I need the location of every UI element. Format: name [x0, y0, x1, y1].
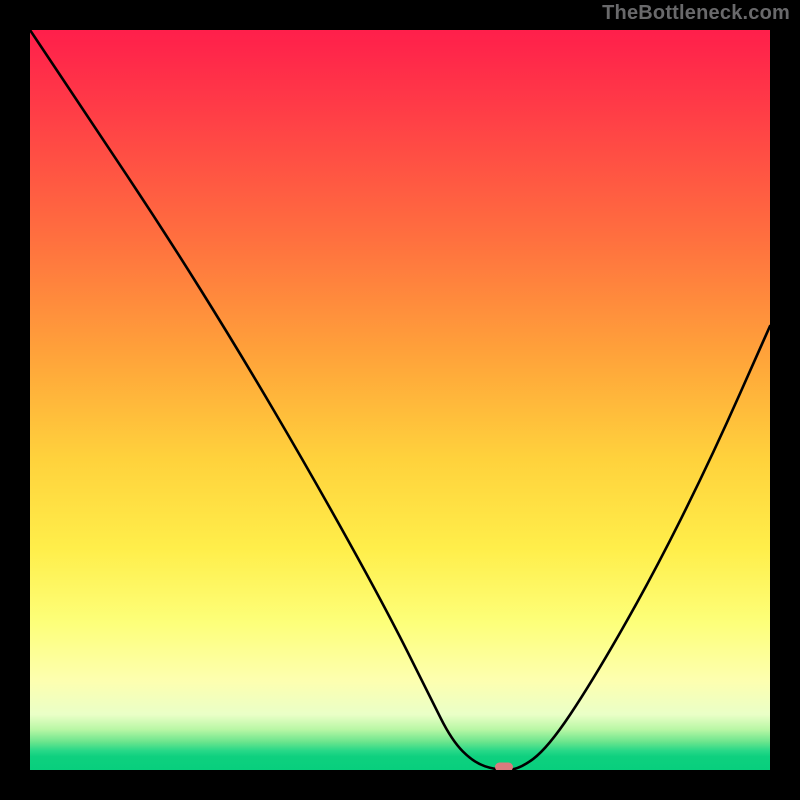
chart-frame: TheBottleneck.com: [0, 0, 800, 800]
plot-area: [30, 30, 770, 770]
attribution-label: TheBottleneck.com: [602, 2, 790, 25]
bottleneck-curve: [30, 30, 770, 770]
optimal-point-marker: [495, 763, 513, 771]
bottleneck-curve-path: [30, 30, 770, 770]
